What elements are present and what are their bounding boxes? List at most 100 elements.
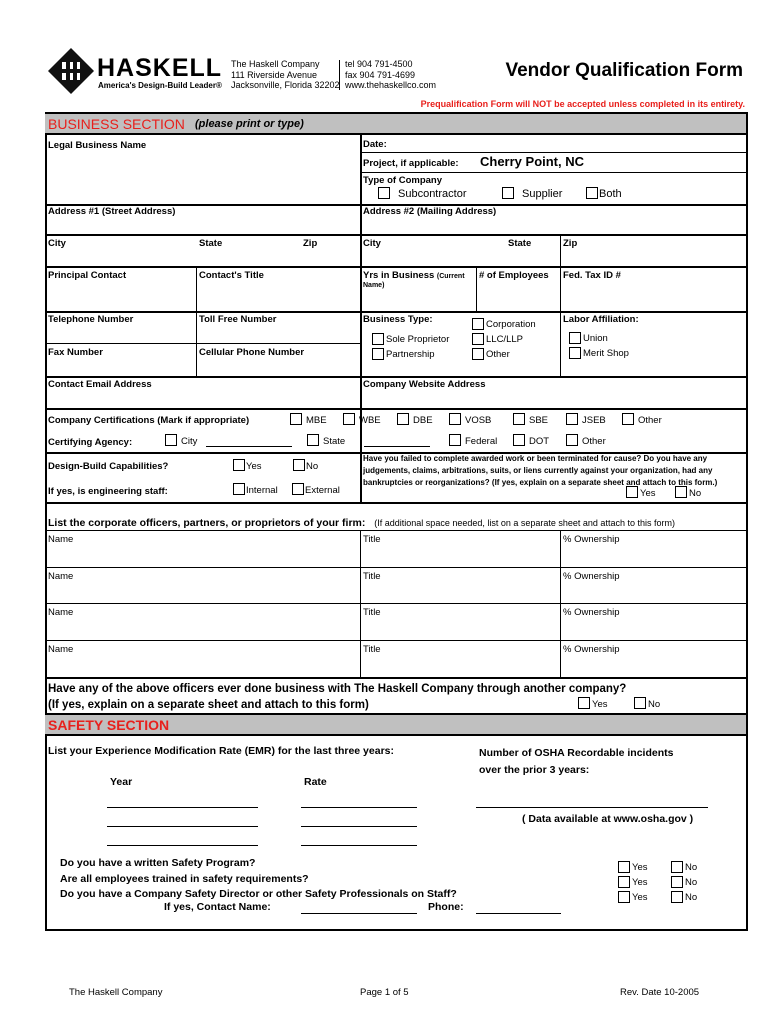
footer-page: Page 1 of 5	[360, 987, 409, 998]
design-build-no-checkbox[interactable]	[293, 459, 305, 471]
llc-label: LLC/LLP	[486, 334, 523, 345]
certification-label: SBE	[529, 415, 549, 426]
officer-title-label: Title	[363, 607, 381, 618]
osha-label: Number of OSHA Recordable incidents over …	[479, 747, 674, 776]
tagline: America's Design-Build Leader®	[98, 81, 222, 90]
safety-yes-checkbox[interactable]	[618, 891, 630, 903]
officer-ownership-label: % Ownership	[563, 534, 620, 545]
supplier-label: Supplier	[522, 188, 563, 200]
design-build-yes-label: Yes	[246, 461, 262, 472]
other-co-yes-label: Yes	[592, 699, 608, 710]
certification-label: Other	[638, 415, 662, 426]
certification-checkbox[interactable]	[449, 413, 461, 425]
contact-name-field[interactable]	[301, 913, 417, 914]
safety-yes-label: Yes	[632, 892, 648, 903]
certification-label: DBE	[413, 415, 433, 426]
year-field-2[interactable]	[107, 826, 258, 827]
failed-work-question: Have you failed to complete awarded work…	[363, 454, 718, 487]
supplier-checkbox[interactable]	[502, 187, 514, 199]
footer-company: The Haskell Company	[69, 987, 163, 998]
state-agency-line[interactable]	[364, 446, 430, 447]
city-agency-line[interactable]	[206, 446, 292, 447]
state-label: State	[199, 238, 223, 249]
officer-name-label: Name	[48, 571, 74, 582]
contact-name-label: If yes, Contact Name:	[164, 901, 271, 913]
internal-checkbox[interactable]	[233, 483, 245, 495]
safety-yes-checkbox[interactable]	[618, 861, 630, 873]
agency-checkbox[interactable]	[307, 434, 319, 446]
certification-label: WBE	[359, 415, 381, 426]
agency-label: DOT	[529, 436, 550, 447]
cell-label: Cellular Phone Number	[199, 347, 305, 358]
agency-checkbox[interactable]	[566, 434, 578, 446]
address2-label: Address #2 (Mailing Address)	[363, 206, 497, 217]
safety-yes-checkbox[interactable]	[618, 876, 630, 888]
failed-no-checkbox[interactable]	[675, 486, 687, 498]
city-label: City	[48, 238, 66, 249]
other-co-yes-checkbox[interactable]	[578, 697, 590, 709]
haskell-logo-icon	[48, 48, 94, 94]
safety-yes-label: Yes	[632, 877, 648, 888]
agency-checkbox[interactable]	[449, 434, 461, 446]
corporation-checkbox[interactable]	[472, 318, 484, 330]
project-label: Project, if applicable:	[363, 158, 459, 169]
safety-no-label: No	[685, 862, 698, 873]
merit-shop-checkbox[interactable]	[569, 347, 581, 359]
union-label: Union	[583, 333, 608, 344]
safety-no-checkbox[interactable]	[671, 861, 683, 873]
certification-checkbox[interactable]	[566, 413, 578, 425]
partnership-checkbox[interactable]	[372, 348, 384, 360]
phone-field[interactable]	[476, 913, 561, 914]
certification-checkbox[interactable]	[343, 413, 355, 425]
officer-ownership-label: % Ownership	[563, 571, 620, 582]
external-checkbox[interactable]	[292, 483, 304, 495]
certification-checkbox[interactable]	[290, 413, 302, 425]
agency-label: Federal	[465, 436, 498, 447]
vendor-form-page: HASKELL America's Design-Build Leader® T…	[0, 0, 770, 1024]
osha-field[interactable]	[476, 807, 708, 808]
other-co-no-checkbox[interactable]	[634, 697, 646, 709]
failed-no-label: No	[689, 488, 702, 499]
osha-note: ( Data available at www.osha.gov )	[522, 813, 694, 825]
other-company-question: Have any of the above officers ever done…	[48, 683, 627, 711]
agency-checkbox[interactable]	[513, 434, 525, 446]
other-type-checkbox[interactable]	[472, 348, 484, 360]
company-address: The Haskell Company 111 Riverside Avenue J…	[231, 59, 340, 90]
union-checkbox[interactable]	[569, 332, 581, 344]
both-label: Both	[599, 188, 622, 200]
safety-yes-label: Yes	[632, 862, 648, 873]
rate-field-3[interactable]	[301, 845, 417, 846]
subcontractor-checkbox[interactable]	[378, 187, 390, 199]
safety-questions: Do you have a written Safety Program? Are…	[60, 857, 457, 900]
agency-checkbox[interactable]	[165, 434, 177, 446]
llc-checkbox[interactable]	[472, 333, 484, 345]
both-checkbox[interactable]	[586, 187, 598, 199]
certification-checkbox[interactable]	[397, 413, 409, 425]
other-co-no-label: No	[648, 699, 661, 710]
yrs-name-note: Name)	[363, 282, 385, 289]
officers-heading: List the corporate officers, partners, o…	[48, 517, 675, 529]
certifications-label: Company Certifications (Mark if appropri…	[48, 415, 250, 426]
year-field-1[interactable]	[107, 807, 258, 808]
officer-title-label: Title	[363, 571, 381, 582]
business-type-label: Business Type:	[363, 314, 433, 325]
tax-id-label: Fed. Tax ID #	[563, 270, 621, 281]
fax-label: Fax Number	[48, 347, 103, 358]
contact-info: tel 904 791-4500 fax 904 791-4699 www.theh…	[345, 59, 437, 90]
rate-field-2[interactable]	[301, 826, 417, 827]
project-value[interactable]: Cherry Point, NC	[480, 154, 584, 169]
form-title: Vendor Qualification Form	[505, 60, 743, 81]
safety-no-checkbox[interactable]	[671, 876, 683, 888]
safety-no-checkbox[interactable]	[671, 891, 683, 903]
rate-field-1[interactable]	[301, 807, 417, 808]
email-label: Contact Email Address	[48, 379, 152, 390]
design-build-yes-checkbox[interactable]	[233, 459, 245, 471]
officer-ownership-label: % Ownership	[563, 644, 620, 655]
subcontractor-label: Subcontractor	[398, 188, 467, 200]
sole-proprietor-checkbox[interactable]	[372, 333, 384, 345]
failed-yes-checkbox[interactable]	[626, 486, 638, 498]
certification-checkbox[interactable]	[513, 413, 525, 425]
year-field-3[interactable]	[107, 845, 258, 846]
zip-2-label: Zip	[563, 238, 578, 249]
certification-checkbox[interactable]	[622, 413, 634, 425]
